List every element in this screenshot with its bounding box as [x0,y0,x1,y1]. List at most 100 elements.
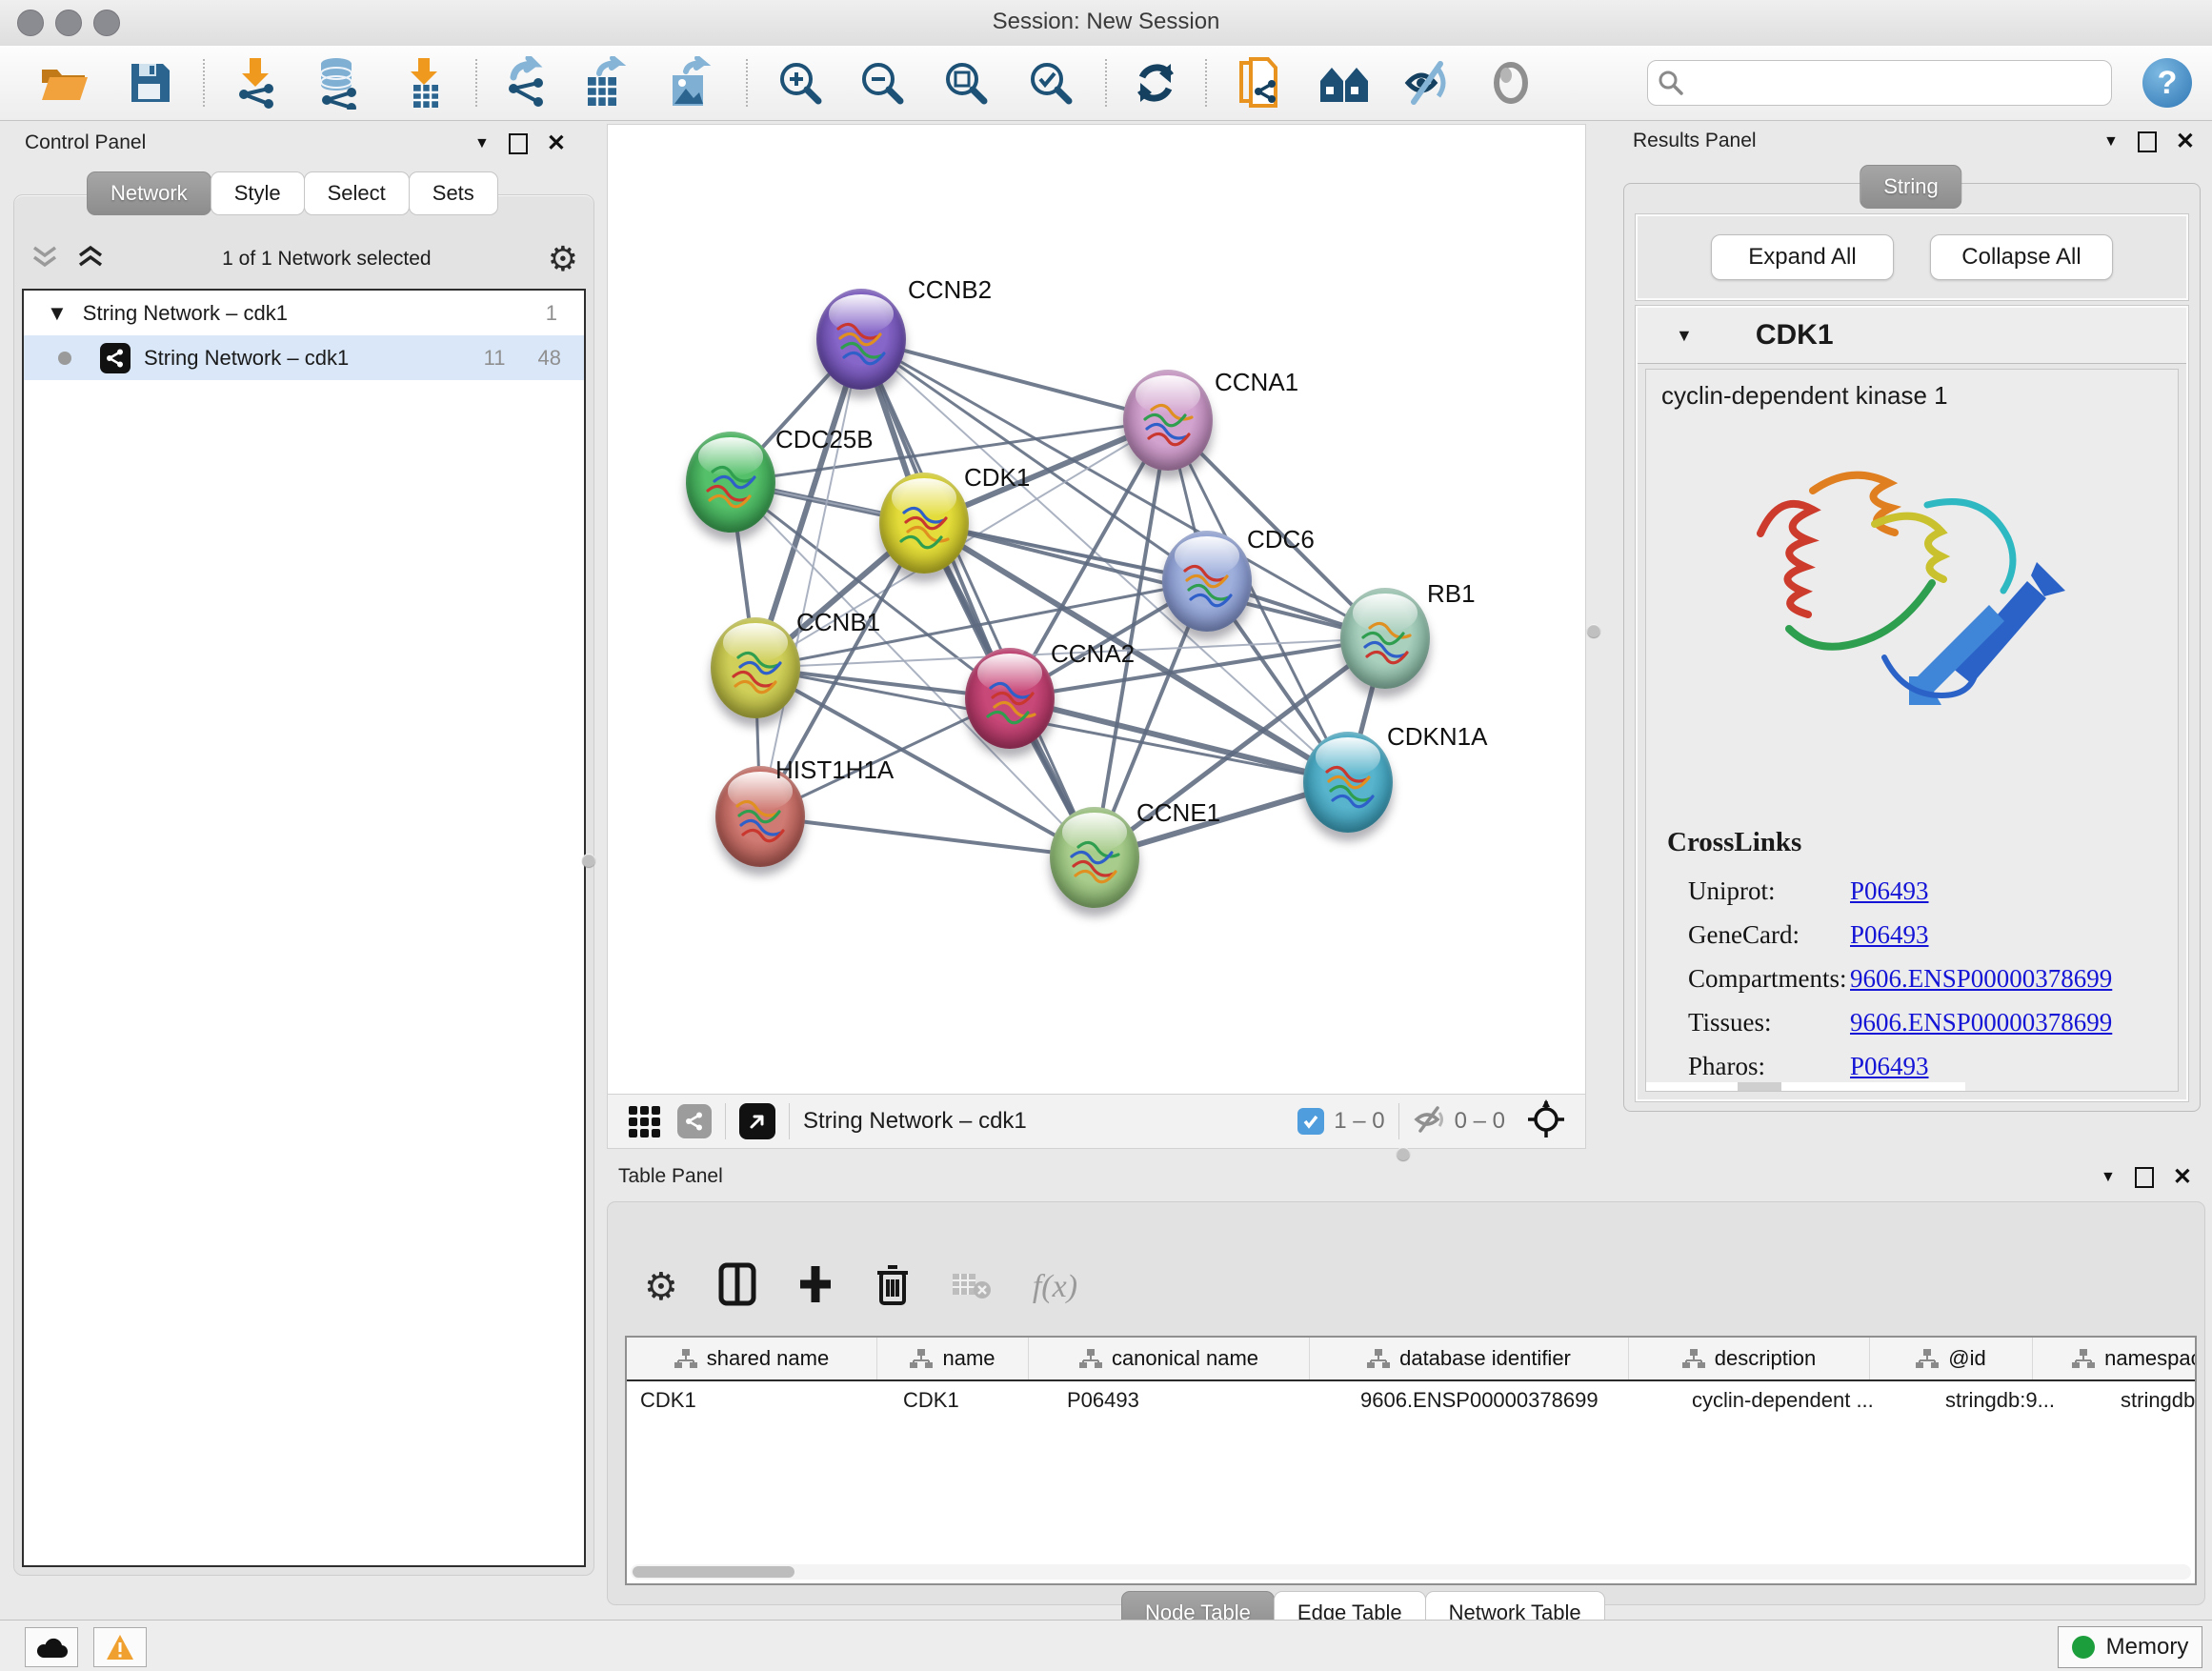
network-node-cdc6[interactable] [1162,531,1252,632]
export-table-icon[interactable] [578,56,632,110]
copy-network-style-icon[interactable] [1233,56,1286,110]
expand-all-button[interactable]: Expand All [1711,234,1894,280]
refresh-layout-icon[interactable] [1129,56,1182,110]
table-cell[interactable]: cyclin-dependent ... [1679,1381,1932,1419]
network-node-cdc25b[interactable] [686,432,775,533]
node-table[interactable]: shared namenamecanonical namedatabase id… [625,1336,2197,1585]
column-type-icon [1367,1348,1390,1369]
home-species-icon[interactable] [1317,56,1371,110]
column-header-name[interactable]: name [877,1338,1029,1379]
column-header-sharedname[interactable]: shared name [627,1338,877,1379]
collapse-all-icon[interactable] [30,244,60,275]
table-cell[interactable]: CDK1 [890,1381,1054,1419]
detach-view-icon[interactable] [739,1103,775,1139]
search-box[interactable] [1647,60,2112,106]
table-hscrollbar[interactable] [631,1564,2191,1580]
network-node-ccnb1[interactable] [711,617,800,718]
panel-close-icon[interactable]: ✕ [547,130,566,157]
hidden-eye-icon[interactable] [1413,1105,1445,1138]
show-hide-graphics-icon[interactable] [1401,56,1455,110]
column-header-description[interactable]: description [1629,1338,1870,1379]
search-input[interactable] [1690,65,2103,101]
network-node-cdkn1a[interactable] [1303,732,1393,833]
splitter-handle[interactable] [1587,624,1600,637]
network-node-ccnb2[interactable] [816,289,906,390]
table-cell[interactable]: stringdb:9... [1932,1381,2107,1419]
warning-icon[interactable] [93,1627,147,1667]
import-table-icon[interactable] [398,56,452,110]
panel-close-icon[interactable]: ✕ [2176,128,2195,155]
help-icon[interactable]: ? [2142,58,2192,108]
network-options-gear-icon[interactable]: ⚙ [548,240,578,279]
panel-float-icon[interactable]: ▼ [2101,1169,2116,1186]
import-network-database-icon[interactable] [311,56,364,110]
tab-network[interactable]: Network [87,171,211,215]
birdseye-crosshair-icon[interactable] [1526,1099,1566,1144]
birds-eye-icon[interactable] [1484,56,1538,110]
collapse-all-button[interactable]: Collapse All [1930,234,2113,280]
table-cell[interactable]: CDK1 [627,1381,890,1419]
cloud-status-icon[interactable] [25,1627,78,1667]
show-grid-icon[interactable] [629,1106,660,1137]
results-hscrollbar[interactable] [1646,1082,1965,1091]
table-settings-gear-icon[interactable]: ⚙ [644,1265,678,1309]
crosslink-value[interactable]: P06493 [1850,1052,1929,1081]
open-folder-icon[interactable] [38,56,91,110]
panel-frame-icon[interactable] [2135,1167,2154,1188]
network-node-rb1[interactable] [1340,588,1430,689]
crosslink-value[interactable]: P06493 [1850,876,1929,906]
crosslink-value[interactable]: 9606.ENSP00000378699 [1850,964,2112,994]
panel-frame-icon[interactable] [509,133,528,154]
export-image-icon[interactable] [663,56,716,110]
collection-expander-icon[interactable]: ▼ [47,301,68,326]
network-view-canvas[interactable]: CCNB2CCNA1CDC25BCDK1CDC6RB1CCNB1CCNA2CDK… [607,124,1586,1096]
clear-table-icon[interactable] [951,1268,993,1305]
function-builder-icon[interactable]: f(x) [1033,1269,1077,1305]
table-cell[interactable]: P06493 [1054,1381,1347,1419]
protein-ribbon-thumbnail [727,646,784,699]
expand-all-icon[interactable] [75,244,106,275]
table-row[interactable]: CDK1CDK1P064939606.ENSP00000378699cyclin… [627,1381,2195,1419]
table-cell[interactable]: 9606.ENSP00000378699 [1347,1381,1679,1419]
section-expander-icon[interactable]: ▼ [1676,326,1693,346]
tab-style[interactable]: Style [211,171,305,215]
splitter-handle[interactable] [582,854,595,867]
protein-ribbon-thumbnail [1139,398,1196,452]
network-style-icon[interactable] [677,1104,712,1138]
panel-float-icon[interactable]: ▼ [474,135,490,152]
add-column-icon[interactable] [796,1262,835,1311]
column-header-canonicalname[interactable]: canonical name [1029,1338,1310,1379]
network-node-ccna1[interactable] [1123,370,1213,471]
export-network-icon[interactable] [498,56,552,110]
zoom-selected-icon[interactable] [1024,56,1077,110]
network-collection-row[interactable]: ▼ String Network – cdk1 1 [24,291,584,335]
network-node-cdk1[interactable] [879,473,969,574]
tab-select[interactable]: Select [304,171,410,215]
selected-checkbox-icon[interactable] [1297,1108,1324,1135]
import-network-file-icon[interactable] [229,56,282,110]
splitter-handle[interactable] [1397,1147,1410,1160]
zoom-out-icon[interactable] [855,56,909,110]
panel-close-icon[interactable]: ✕ [2173,1163,2192,1191]
gene-section-header[interactable]: ▼ CDK1 [1638,308,2186,364]
network-node-ccna2[interactable] [965,648,1055,749]
node-table-content: ⚙ f(x) shared namenamecanonical namedata… [607,1201,2205,1605]
panel-frame-icon[interactable] [2138,131,2157,152]
tab-sets[interactable]: Sets [409,171,498,215]
crosslink-value[interactable]: P06493 [1850,920,1929,950]
network-row[interactable]: String Network – cdk1 11 48 [24,335,584,380]
show-columns-icon[interactable] [718,1262,756,1311]
zoom-fit-icon[interactable] [939,56,993,110]
panel-float-icon[interactable]: ▼ [2103,133,2119,151]
memory-button[interactable]: Memory [2058,1626,2202,1668]
column-header-databaseidentifier[interactable]: database identifier [1310,1338,1629,1379]
table-cell[interactable]: stringdb [2107,1381,2197,1419]
crosslink-value[interactable]: 9606.ENSP00000378699 [1850,1008,2112,1037]
save-icon[interactable] [124,56,177,110]
zoom-in-icon[interactable] [774,56,827,110]
delete-column-icon[interactable] [875,1261,911,1312]
network-node-ccne1[interactable] [1050,807,1139,908]
column-header-namespace[interactable]: namespace [2033,1338,2197,1379]
column-header-id[interactable]: @id [1870,1338,2033,1379]
tab-string[interactable]: String [1860,165,1961,209]
